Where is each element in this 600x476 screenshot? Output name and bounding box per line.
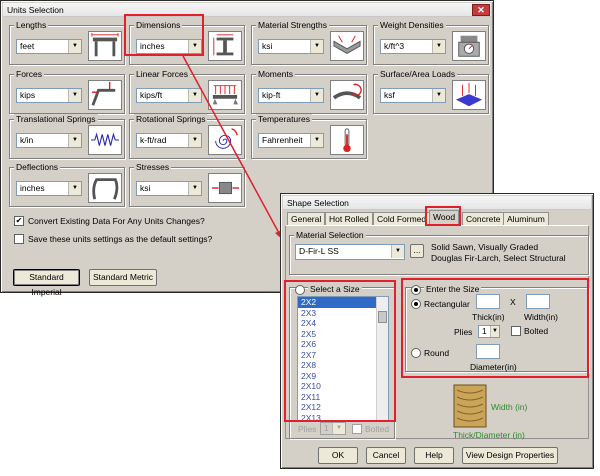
material-description-line1: Solid Sawn, Visually Graded — [431, 242, 539, 252]
cancel-button[interactable]: Cancel — [366, 447, 406, 464]
list-plies-select[interactable]: 1 ▼ — [320, 422, 346, 435]
material-selection-label: Material Selection — [294, 230, 366, 240]
thick-legend: Thick/Diameter (in) — [453, 430, 525, 440]
tab-general[interactable]: General — [287, 212, 326, 226]
material-browse-button[interactable]: ... — [410, 244, 424, 258]
wood-tab-highlight — [425, 206, 461, 226]
select-size-highlight — [284, 280, 396, 422]
shape-title: Shape Selection — [287, 198, 349, 208]
wood-section-icon — [453, 384, 487, 428]
view-design-properties-button[interactable]: View Design Properties — [462, 447, 558, 464]
list-plies-value: 1 — [324, 423, 329, 433]
material-select[interactable]: D-Fir-L SS ▼ — [295, 244, 405, 260]
help-button[interactable]: Help — [414, 447, 454, 464]
width-legend: Width (in) — [491, 402, 528, 412]
ok-button[interactable]: OK — [318, 447, 358, 464]
material-value: D-Fir-L SS — [299, 246, 339, 256]
tab-cold-formed[interactable]: Cold Formed — [373, 212, 431, 226]
tab-hot-rolled[interactable]: Hot Rolled — [325, 212, 373, 226]
list-bolted-label: Bolted — [365, 424, 390, 434]
material-description-line2: Douglas Fir-Larch, Select Structural — [431, 253, 566, 263]
tab-concrete[interactable]: Concrete — [462, 212, 505, 226]
material-selection-group: Material Selection D-Fir-L SS ▼ ... Solid… — [289, 230, 589, 275]
tab-aluminum[interactable]: Aluminum — [503, 212, 549, 226]
list-plies-label: Plies — [298, 424, 317, 434]
chevron-down-icon: ▼ — [391, 245, 404, 258]
chevron-down-icon: ▼ — [332, 423, 345, 434]
enter-size-highlight — [401, 278, 589, 378]
list-bolted-checkbox[interactable] — [352, 424, 362, 434]
